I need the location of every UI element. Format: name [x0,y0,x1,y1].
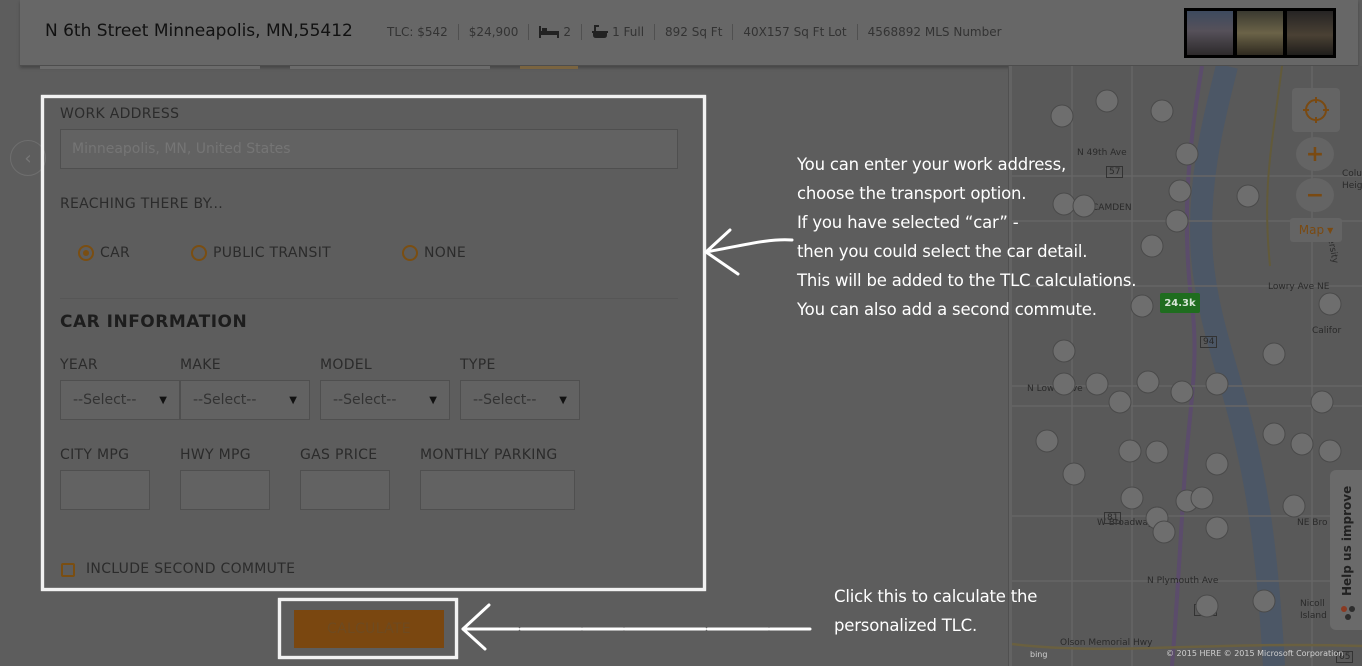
tlc-stat: TLC: $542 [387,25,448,39]
listing-price-pin[interactable]: 24.3k [1160,293,1200,313]
bed-icon [539,26,560,38]
mls-stat: 4568892 MLS Number [856,24,1012,40]
beds-stat: 2 [528,24,581,40]
listing-stats: TLC: $542 $24,900 2 1 Full 892 Sq Ft 40X… [377,24,1012,40]
photo-thumbnail[interactable] [1287,11,1333,55]
zoom-in-button[interactable]: + [1296,137,1334,171]
bing-logo: bing [1030,650,1048,659]
annotation-note-calculate: Click this to calculate the personalized… [834,582,1037,640]
chevron-down-icon: ▼ [1327,225,1334,235]
help-us-improve-label[interactable]: Help us improve [1340,486,1354,596]
annotation-line: then you could select the car detail. [797,242,1088,261]
baths-value: 1 Full [612,25,645,39]
annotation-line: Click this to calculate the [834,587,1038,606]
lot-stat: 40X157 Sq Ft Lot [732,24,856,40]
annotation-line: choose the transport option. [797,184,1027,203]
photo-thumbnail[interactable] [1237,11,1283,55]
annotation-arrow-icon [704,228,794,276]
annotation-note-form: You can enter your work address, choose … [797,150,1136,324]
crosshair-icon [1303,97,1329,123]
price-stat: $24,900 [457,24,529,40]
listing-header: N 6th Street Minneapolis, MN,55412 TLC: … [20,0,1358,66]
sqft-stat: 892 Sq Ft [654,24,732,40]
map-type-dropdown[interactable]: Map ▼ [1290,218,1342,242]
photo-thumbnails [1184,8,1336,58]
annotation-line: This will be added to the TLC calculatio… [797,271,1137,290]
map-attribution: © 2015 HERE © 2015 Microsoft Corporation [1166,649,1344,658]
header-tab[interactable] [40,66,260,69]
bathtub-icon [592,25,609,38]
annotation-line: personalized TLC. [834,616,978,635]
listing-address: N 6th Street Minneapolis, MN,55412 [45,21,353,41]
baths-stat: 1 Full [581,24,654,40]
annotation-highlight-form [41,95,706,591]
annotation-highlight-calculate [278,598,458,659]
annotation-line: You can enter your work address, [797,155,1067,174]
annotation-line: You can also add a second commute. [797,300,1097,319]
map-locate-icon[interactable] [1292,88,1340,132]
header-tab[interactable] [290,66,490,69]
header-tab-active[interactable] [520,66,578,69]
beds-value: 2 [563,25,572,39]
annotation-arrow-icon [461,603,812,651]
map-type-label: Map [1298,223,1325,237]
zoom-out-button[interactable]: − [1296,178,1334,212]
feedback-dots-icon[interactable] [1339,604,1357,622]
annotation-line: If you have selected “car” - [797,213,1019,232]
photo-thumbnail[interactable] [1187,11,1233,55]
